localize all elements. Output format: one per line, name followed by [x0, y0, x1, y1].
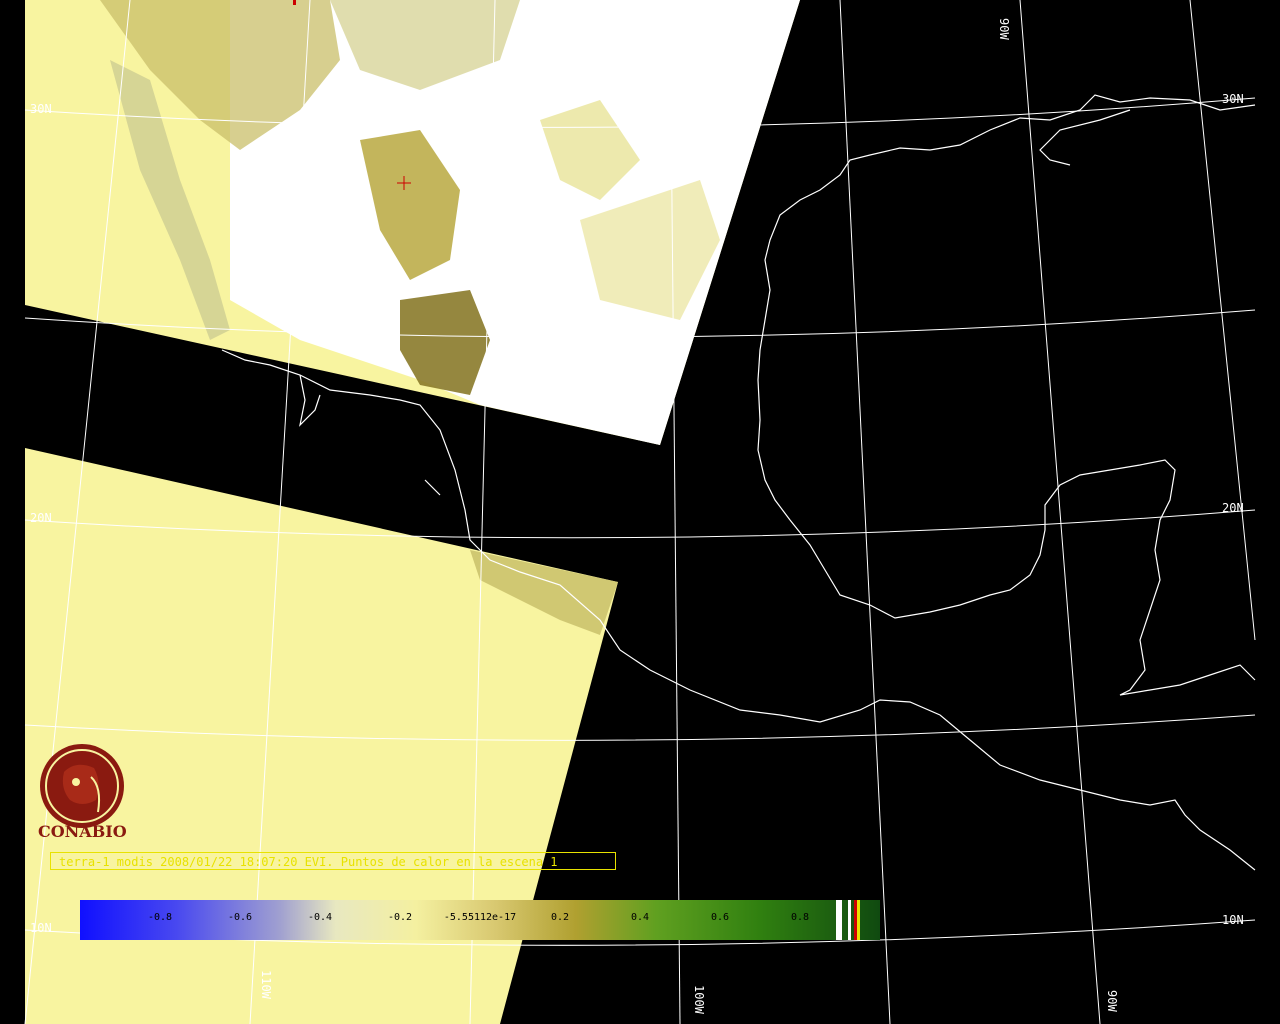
colorbar-tick-label: -0.6 — [227, 912, 253, 923]
lat-label-20n-right: 20N — [1222, 501, 1244, 515]
colorbar-tick-label: -5.55112e-17 — [443, 912, 517, 923]
evi-colorbar: -0.8 -0.6 -0.4 -0.2 -5.55112e-17 0.2 0.4 0.6 0.8 — [80, 900, 880, 940]
lat-label-10n-left: 10N — [30, 921, 52, 935]
lat-label-30n-left: 30N — [30, 102, 52, 116]
satellite-map: 30N 30N 20N 20N 10N 10N 90W 100W 110W 90… — [0, 0, 1280, 1024]
lon-label-90w-top: 90W — [997, 18, 1011, 40]
colorbar-tick-label: 0.2 — [550, 912, 570, 923]
colorbar-tick-label: 0.8 — [790, 912, 810, 923]
colorbar-tick-label: -0.8 — [147, 912, 173, 923]
lon-label-90w-bottom: 90W — [1105, 990, 1119, 1012]
lat-label-10n-right: 10N — [1222, 913, 1244, 927]
lon-label-110w-bottom: 110W — [259, 970, 273, 1000]
lat-label-20n-left: 20N — [30, 511, 52, 525]
scene-caption: terra-1 modis 2008/01/22 18:07:20 EVI. P… — [50, 852, 616, 870]
lat-label-30n-right: 30N — [1222, 92, 1244, 106]
colorbar-tick-label: -0.2 — [387, 912, 413, 923]
lon-label-100w-bottom: 100W — [692, 985, 706, 1015]
conabio-logo-text: CONABIO — [38, 822, 127, 841]
colorbar-tick-label: -0.4 — [307, 912, 333, 923]
colorbar-tick-label: 0.4 — [630, 912, 650, 923]
colorbar-tick-label: 0.6 — [710, 912, 730, 923]
